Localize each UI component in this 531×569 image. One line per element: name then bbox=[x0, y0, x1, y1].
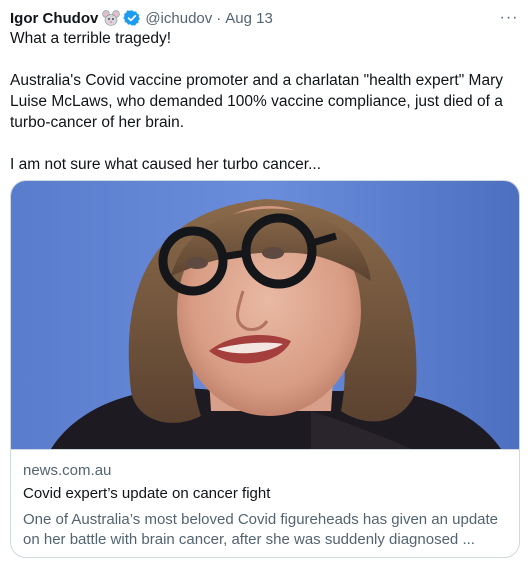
link-preview-card[interactable]: news.com.au Covid expert’s update on can… bbox=[10, 180, 520, 558]
tweet-text: What a terrible tragedy! Australia's Cov… bbox=[10, 28, 515, 175]
tweet-date[interactable]: Aug 13 bbox=[225, 10, 273, 27]
card-title[interactable]: Covid expert’s update on cancer fight bbox=[23, 485, 270, 502]
card-photo[interactable] bbox=[11, 181, 519, 449]
card-meta[interactable]: news.com.au Covid expert’s update on can… bbox=[11, 449, 519, 557]
separator-dot: · bbox=[216, 9, 222, 27]
tweet-text-paragraph-2: Australia's Covid vaccine promoter and a… bbox=[10, 72, 503, 131]
tweet-header: Igor Chudov @ichudov · Aug 13 ··· bbox=[10, 6, 521, 30]
author-name[interactable]: Igor Chudov bbox=[10, 10, 98, 27]
verified-badge-icon[interactable] bbox=[123, 9, 141, 27]
card-domain[interactable]: news.com.au bbox=[23, 462, 111, 479]
tweet-text-line-1: What a terrible tragedy! bbox=[10, 30, 172, 47]
portrait-photo bbox=[11, 181, 519, 449]
tweet-text-line-3: I am not sure what caused her turbo canc… bbox=[10, 156, 322, 173]
card-description[interactable]: One of Australia’s most beloved Covid fi… bbox=[23, 510, 509, 550]
tweet: Igor Chudov @ichudov · Aug 13 ··· What a… bbox=[0, 0, 531, 569]
more-options-icon[interactable]: ··· bbox=[497, 6, 521, 30]
mouse-face-emoji-icon bbox=[102, 9, 121, 27]
author-handle[interactable]: @ichudov bbox=[145, 10, 212, 27]
